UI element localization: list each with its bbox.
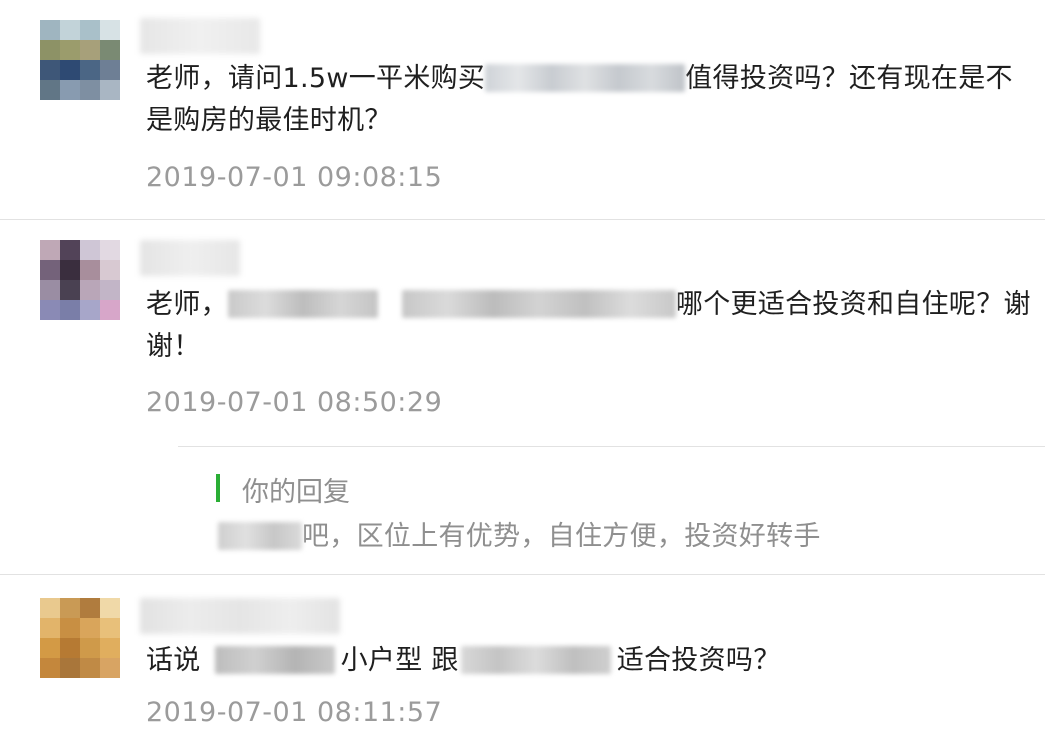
comment-text-middle: 小户型 跟 <box>340 645 459 676</box>
redacted-text <box>214 646 335 674</box>
username-blurred[interactable] <box>140 598 340 634</box>
comment-timestamp: 2019-07-01 08:11:57 <box>146 697 443 728</box>
comment-item-3: 话说 小户型 跟 适合投资吗？ 2019-07-01 08:11:57 <box>0 0 1045 750</box>
comment-text: 话说 小户型 跟 适合投资吗？ <box>146 640 1036 682</box>
comment-text-prefix: 话说 <box>146 645 201 676</box>
comment-text-suffix: 适合投资吗？ <box>616 645 781 676</box>
redacted-text <box>460 646 611 674</box>
avatar[interactable] <box>40 598 120 678</box>
